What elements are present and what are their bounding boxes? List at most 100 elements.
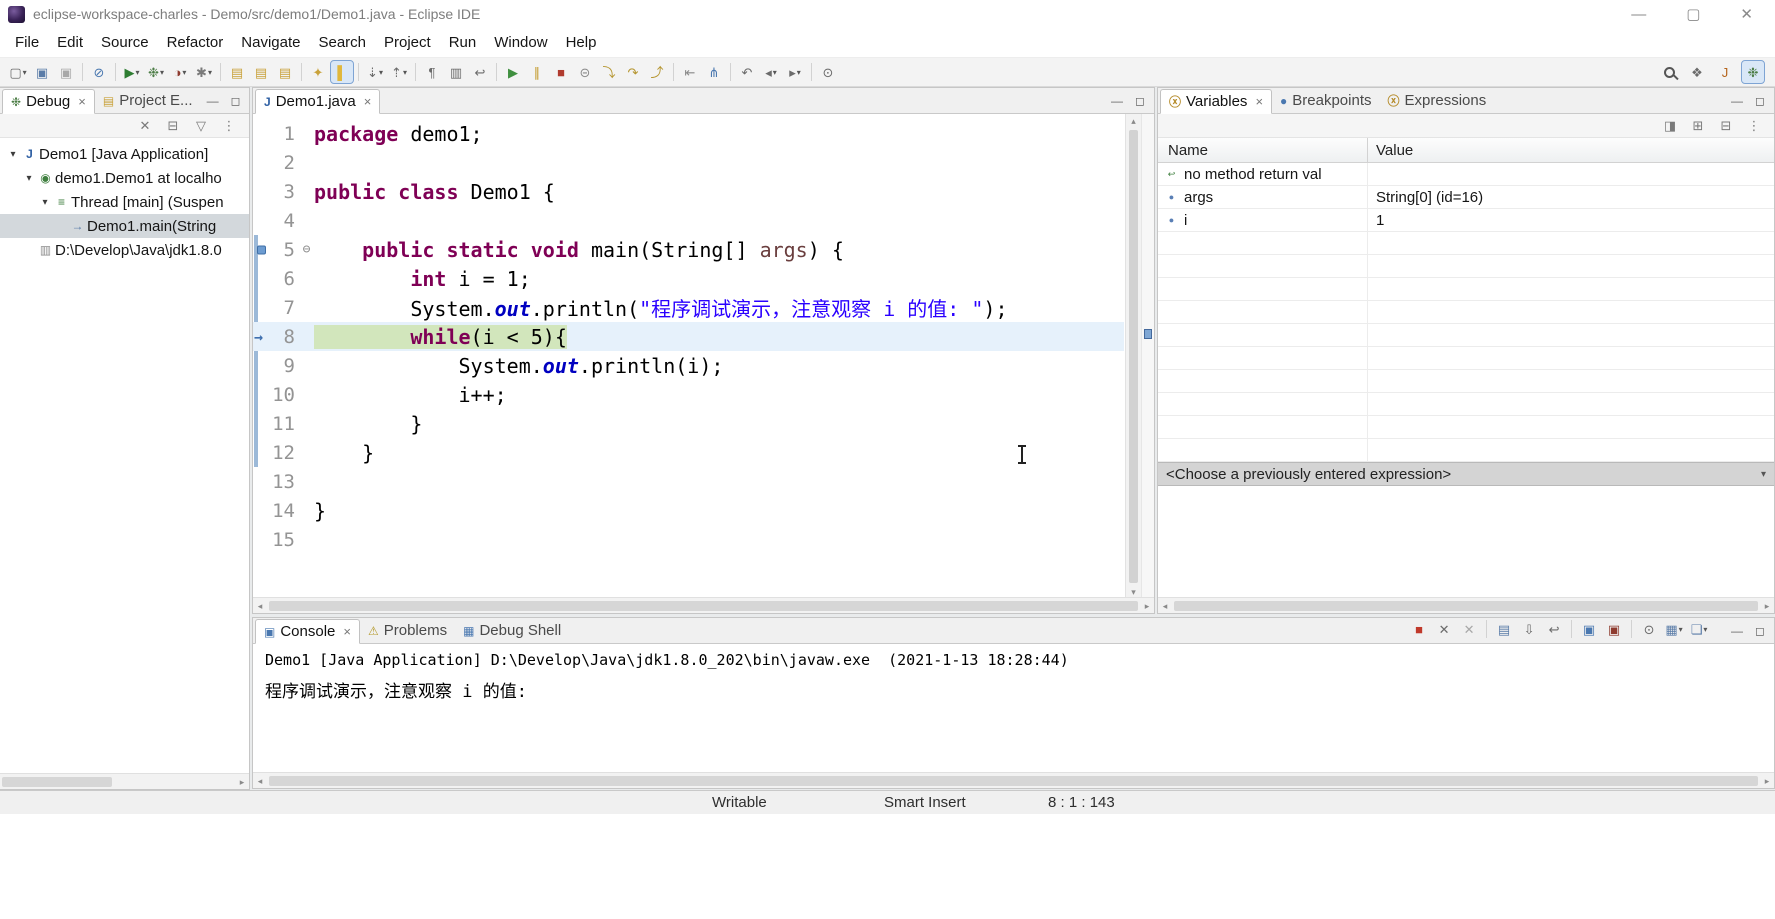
code-line[interactable]: 13	[253, 467, 1124, 496]
minimize-view-icon[interactable]: —	[207, 94, 219, 108]
menu-search[interactable]: Search	[309, 30, 375, 55]
editor-vscrollbar[interactable]: ▴ ▾	[1125, 114, 1141, 599]
debug-tab-debug[interactable]: ❉ Debug ×	[2, 89, 95, 114]
annotation-gutter[interactable]	[253, 525, 269, 554]
show-logical-structures-button[interactable]: ⊞	[1687, 115, 1709, 137]
chevron-down-icon[interactable]: ▾	[208, 68, 212, 77]
clear-console-button[interactable]: ▤	[1493, 618, 1515, 640]
chevron-down-icon[interactable]: ▾	[403, 68, 407, 77]
expand-arrow-icon[interactable]: ▾	[22, 173, 36, 184]
scrollbar-thumb[interactable]	[269, 775, 1758, 786]
disconnect-button[interactable]: ⊝	[574, 61, 596, 83]
code-line[interactable]: 9 System.out.println(i);	[253, 351, 1124, 380]
scrollbar-thumb[interactable]	[2, 776, 112, 787]
debug-button[interactable]: ❉ ▾	[145, 61, 167, 83]
close-icon[interactable]: ×	[78, 94, 86, 109]
maximize-view-icon[interactable]: ◻	[1755, 624, 1765, 638]
new-package-button[interactable]: ▤	[274, 61, 296, 83]
editor-tab-demo1-java[interactable]: J Demo1.java ×	[255, 89, 381, 114]
search-button[interactable]: ✦	[307, 61, 329, 83]
previous-annotation-button[interactable]: ⇡ ▾	[388, 61, 410, 83]
chevron-down-icon[interactable]: ▾	[379, 68, 383, 77]
code-line[interactable]: 1 package demo1;	[253, 119, 1124, 148]
minimize-view-icon[interactable]: —	[1731, 624, 1743, 638]
remove-launch-button[interactable]: ✕	[1433, 618, 1455, 640]
step-into-button[interactable]: ⤵	[598, 61, 620, 83]
code-area[interactable]: 1 package demo1; 2 3 public class Demo1 {4 5 ⊖…	[253, 114, 1124, 599]
scroll-right-icon[interactable]: ▸	[1760, 774, 1774, 788]
terminate-button[interactable]: ■	[550, 61, 572, 83]
remove-all-terminated-launches-button[interactable]: ✕	[1458, 618, 1480, 640]
annotation-gutter[interactable]	[253, 119, 269, 148]
run-button[interactable]: ▶ ▾	[121, 61, 143, 83]
annotation-gutter[interactable]	[253, 351, 269, 380]
variable-row[interactable]: ↩ no method return val	[1158, 163, 1774, 186]
menu-run[interactable]: Run	[440, 30, 486, 55]
scroll-left-icon[interactable]: ◂	[253, 599, 267, 613]
forward-button[interactable]: ▸ ▾	[784, 61, 806, 83]
open-type-button[interactable]: ▤	[250, 61, 272, 83]
menu-help[interactable]: Help	[557, 30, 606, 55]
drop-to-frame-button[interactable]: ⇤	[679, 61, 701, 83]
new-wizard-button[interactable]: ▢ ▾	[7, 61, 29, 83]
chevron-down-icon[interactable]: ▾	[1703, 625, 1707, 634]
console-tab-problems[interactable]: ⚠ Problems	[360, 618, 455, 643]
show-stdout-console-button[interactable]: ▣	[1578, 618, 1600, 640]
chevron-down-icon[interactable]: ▾	[1679, 625, 1683, 634]
step-over-button[interactable]: ↷	[622, 61, 644, 83]
chevron-down-icon[interactable]: ▾	[797, 68, 801, 77]
filter-view-button[interactable]: ▽	[190, 115, 212, 137]
use-step-filters-button[interactable]: ⋔	[703, 61, 725, 83]
code-line[interactable]: 10 i++;	[253, 380, 1124, 409]
code-line[interactable]: 3 public class Demo1 {	[253, 177, 1124, 206]
step-return-button[interactable]: ⤴	[646, 61, 668, 83]
fold-collapse-icon[interactable]: ⊖	[299, 242, 314, 257]
variables-hscrollbar[interactable]: ◂ ▸	[1158, 597, 1774, 613]
open-console-button[interactable]: ❏ ▾	[1688, 618, 1710, 640]
block-selection-button[interactable]: ▥	[445, 61, 467, 83]
close-icon[interactable]: ×	[343, 624, 351, 639]
view-menu-button[interactable]: ⋮	[218, 115, 240, 137]
next-annotation-button[interactable]: ⇣ ▾	[364, 61, 386, 83]
scrollbar-thumb[interactable]	[1129, 130, 1138, 583]
variables-tab-breakpoints[interactable]: ● Breakpoints	[1272, 88, 1379, 113]
debug-tab-project-e[interactable]: ▤ Project E...	[95, 88, 201, 113]
scroll-lock-button[interactable]: ⇩	[1518, 618, 1540, 640]
editor-content[interactable]: 1 package demo1; 2 3 public class Demo1 {4 5 ⊖…	[253, 114, 1154, 599]
code-line[interactable]: 11 }	[253, 409, 1124, 438]
maximize-view-icon[interactable]: ◻	[231, 94, 241, 108]
annotation-gutter[interactable]	[253, 380, 269, 409]
toggle-mark-occurrences-button[interactable]: ▌	[330, 60, 354, 84]
pin-editor-button[interactable]: ⊙	[817, 61, 839, 83]
expression-combo[interactable]: <Choose a previously entered expression>…	[1158, 462, 1774, 486]
code-line[interactable]: 6 int i = 1;	[253, 264, 1124, 293]
scroll-right-icon[interactable]: ▸	[1140, 599, 1154, 613]
menu-source[interactable]: Source	[92, 30, 158, 55]
scrollbar-thumb[interactable]	[269, 600, 1138, 611]
code-line[interactable]: 15	[253, 525, 1124, 554]
annotation-gutter[interactable]	[253, 438, 269, 467]
variable-detail-pane[interactable]	[1158, 486, 1774, 599]
console-tab-debug-shell[interactable]: ▦ Debug Shell	[455, 618, 569, 643]
chevron-down-icon[interactable]: ▾	[135, 68, 139, 77]
save-button[interactable]: ▣	[31, 61, 53, 83]
annotation-gutter[interactable]	[253, 264, 269, 293]
back-button[interactable]: ◂ ▾	[760, 61, 782, 83]
code-line[interactable]: → 8 while(i < 5){	[253, 322, 1124, 351]
menu-window[interactable]: Window	[485, 30, 556, 55]
scrollbar-thumb[interactable]	[1174, 600, 1758, 611]
console-tab-console[interactable]: ▣ Console ×	[255, 619, 360, 644]
scroll-up-icon[interactable]: ▴	[1127, 114, 1141, 128]
maximize-window-button[interactable]: ▢	[1686, 5, 1700, 23]
java-perspective-button[interactable]: J	[1714, 61, 1736, 83]
show-type-names-button[interactable]: ◨	[1659, 115, 1681, 137]
variable-row[interactable]: ● args String[0] (id=16)	[1158, 186, 1774, 209]
debug-tree-item[interactable]: → Demo1.main(String	[0, 214, 249, 238]
column-header-name[interactable]: Name	[1158, 138, 1368, 162]
save-all-button[interactable]: ▣	[55, 61, 77, 83]
variable-row[interactable]: ● i 1	[1158, 209, 1774, 232]
show-stderr-console-button[interactable]: ▣	[1603, 618, 1625, 640]
chevron-down-icon[interactable]: ▾	[160, 68, 164, 77]
annotation-gutter[interactable]	[253, 206, 269, 235]
scroll-right-icon[interactable]: ▸	[235, 775, 249, 789]
